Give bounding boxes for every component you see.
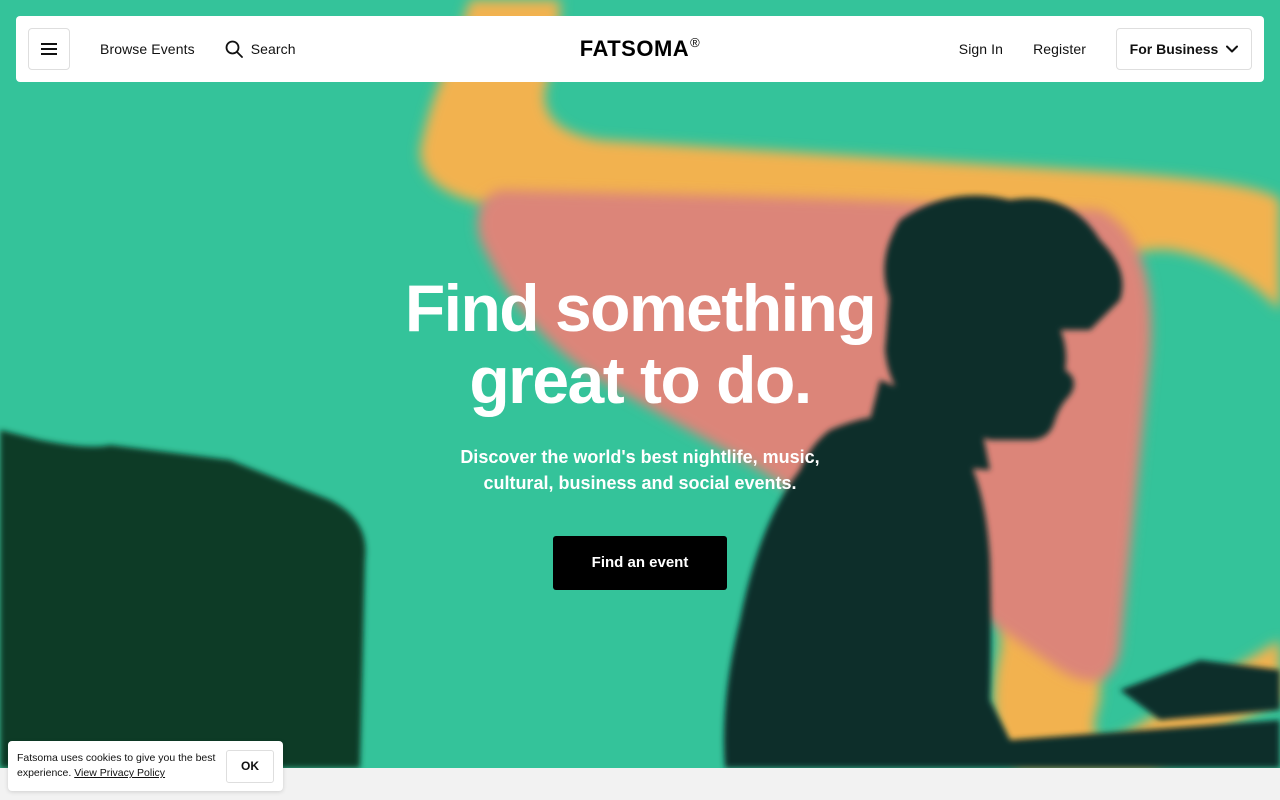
hero-title-line-1: Find something <box>404 271 877 345</box>
search-icon <box>225 40 243 58</box>
fatsoma-logo[interactable]: FATSOMA ® <box>579 35 701 62</box>
registered-mark: ® <box>690 35 701 50</box>
hero-title: Find something great to do. <box>0 272 1280 416</box>
for-business-label: For Business <box>1129 41 1219 57</box>
hero-subtitle: Discover the world's best nightlife, mus… <box>0 444 1280 496</box>
find-an-event-button[interactable]: Find an event <box>553 536 727 590</box>
hero-section: Find something great to do. Discover the… <box>0 0 1280 768</box>
search-link[interactable]: Search <box>225 40 296 58</box>
browse-events-link[interactable]: Browse Events <box>100 41 195 57</box>
register-link[interactable]: Register <box>1033 41 1086 57</box>
account-nav: Sign In Register For Business <box>959 28 1252 70</box>
chevron-down-icon <box>1226 45 1239 53</box>
hero-subtitle-line-2: cultural, business and social events. <box>483 473 797 493</box>
cookie-message: Fatsoma uses cookies to give you the bes… <box>17 751 217 781</box>
hero-content: Find something great to do. Discover the… <box>0 272 1280 590</box>
hamburger-icon <box>41 43 57 55</box>
cookie-ok-button[interactable]: OK <box>226 749 274 783</box>
logo-text: FATSOMA <box>579 36 690 61</box>
privacy-policy-link[interactable]: View Privacy Policy <box>74 767 165 779</box>
cookie-banner: Fatsoma uses cookies to give you the bes… <box>8 741 283 791</box>
for-business-dropdown[interactable]: For Business <box>1116 28 1252 70</box>
site-header: Browse Events Search FATSOMA ® Sign In R… <box>16 16 1264 82</box>
hero-title-line-2: great to do. <box>469 343 812 417</box>
sign-in-link[interactable]: Sign In <box>959 41 1003 57</box>
menu-button[interactable] <box>28 28 70 70</box>
search-label: Search <box>250 41 296 57</box>
hero-subtitle-line-1: Discover the world's best nightlife, mus… <box>460 447 820 467</box>
